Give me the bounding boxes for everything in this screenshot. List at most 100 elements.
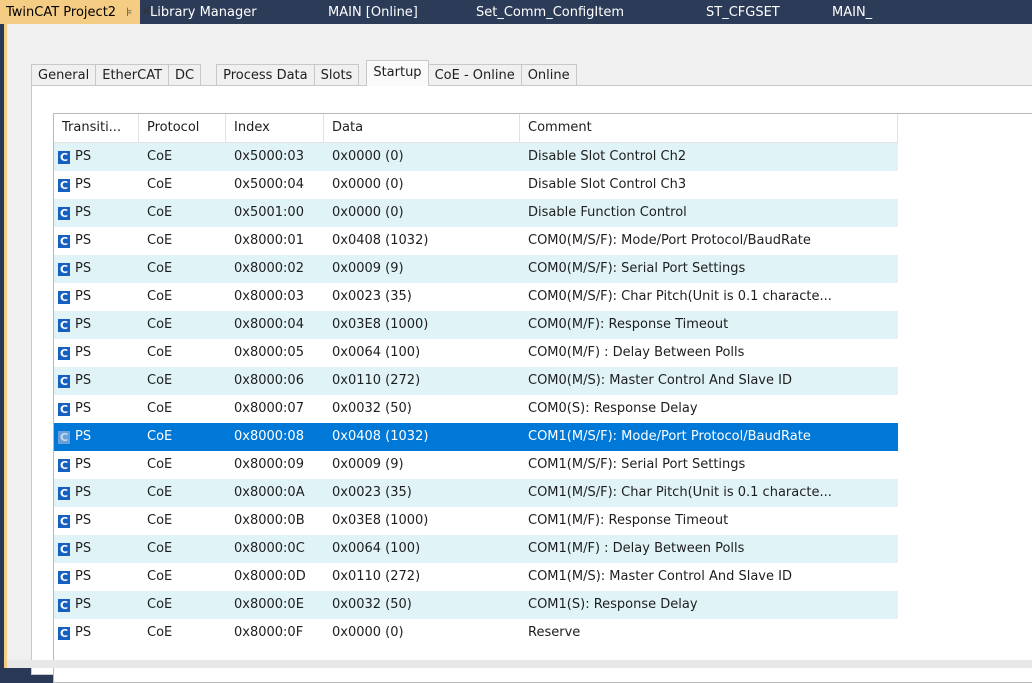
data-cell: 0x0032 (50) — [324, 591, 520, 619]
table-row[interactable]: C PS CoE 0x5001:00 0x0000 (0) Disable Functio… — [54, 199, 898, 227]
protocol-cell: CoE — [139, 199, 226, 227]
table-row[interactable]: C PS CoE 0x8000:09 0x0009 (9) COM1(M/S/F): Se… — [54, 451, 898, 479]
table-row[interactable]: C PS CoE 0x8000:01 0x0408 (1032) COM0(M/S/F):… — [54, 227, 898, 255]
doc-tab-main-online[interactable]: MAIN [Online] — [276, 0, 432, 24]
protocol-cell: CoE — [139, 171, 226, 199]
comment-cell: COM0(S): Response Delay — [520, 395, 898, 423]
column-header-index[interactable]: Index — [226, 114, 324, 142]
document-tab-strip: TwinCAT Project2 ⊧ ✕ Library Manager MAI… — [0, 0, 1032, 24]
transition-text: PS — [75, 541, 92, 556]
startup-list: Transiti... Protocol Index Data Comment … — [53, 113, 1032, 683]
table-row[interactable]: C PS CoE 0x8000:0B 0x03E8 (1000) COM1(M/F): R… — [54, 507, 898, 535]
column-header-comment[interactable]: Comment — [520, 114, 898, 142]
comment-cell: COM0(M/S): Master Control And Slave ID — [520, 367, 898, 395]
data-cell: 0x0000 (0) — [324, 171, 520, 199]
data-cell: 0x0023 (35) — [324, 479, 520, 507]
coe-icon: C — [58, 486, 70, 500]
comment-cell: Disable Slot Control Ch3 — [520, 171, 898, 199]
table-row[interactable]: C PS CoE 0x8000:0C 0x0064 (100) COM1(M/F) : D… — [54, 535, 898, 563]
doc-tab-library-manager[interactable]: Library Manager — [140, 0, 276, 24]
table-row[interactable]: C PS CoE 0x8000:08 0x0408 (1032) COM1(M/S/F):… — [54, 423, 898, 451]
table-row[interactable]: C PS CoE 0x8000:07 0x0032 (50) COM0(S): Respo… — [54, 395, 898, 423]
protocol-cell: CoE — [139, 339, 226, 367]
index-cell: 0x8000:01 — [226, 227, 324, 255]
doc-tab-set-comm-configitem[interactable]: Set_Comm_ConfigItem — [432, 0, 664, 24]
doc-tab-twincat-project2[interactable]: TwinCAT Project2 ⊧ ✕ — [0, 0, 152, 24]
transition-text: PS — [75, 401, 92, 416]
tab-ethercat[interactable]: EtherCAT — [95, 64, 170, 86]
tab-slots[interactable]: Slots — [313, 64, 360, 86]
doc-tab-label: MAIN_ — [832, 4, 873, 20]
index-cell: 0x8000:08 — [226, 423, 324, 451]
data-cell: 0x0110 (272) — [324, 367, 520, 395]
table-row[interactable]: C PS CoE 0x8000:0E 0x0032 (50) COM1(S): Respo… — [54, 591, 898, 619]
tab-process-data[interactable]: Process Data — [216, 64, 315, 86]
transition-cell: C PS — [54, 227, 139, 255]
transition-cell: C PS — [54, 563, 139, 591]
tab-startup[interactable]: Startup — [366, 60, 429, 86]
transition-cell: C PS — [54, 171, 139, 199]
transition-text: PS — [75, 373, 92, 388]
protocol-cell: CoE — [139, 591, 226, 619]
index-cell: 0x8000:04 — [226, 311, 324, 339]
coe-icon: C — [58, 234, 70, 248]
transition-cell: C PS — [54, 311, 139, 339]
coe-icon: C — [58, 178, 70, 192]
table-row[interactable]: C PS CoE 0x8000:0F 0x0000 (0) Reserve — [54, 619, 898, 647]
property-tabs: General EtherCAT DC Process Data Slots S… — [31, 60, 577, 86]
startup-panel: Transiti... Protocol Index Data Comment … — [31, 85, 1032, 683]
column-header-data[interactable]: Data — [324, 114, 520, 142]
protocol-cell: CoE — [139, 619, 226, 647]
transition-text: PS — [75, 625, 92, 640]
tab-online[interactable]: Online — [520, 64, 577, 86]
protocol-cell: CoE — [139, 507, 226, 535]
data-cell: 0x0009 (9) — [324, 451, 520, 479]
coe-icon: C — [58, 402, 70, 416]
protocol-cell: CoE — [139, 143, 226, 171]
tab-coe-online[interactable]: CoE - Online — [427, 64, 522, 86]
column-header-transition[interactable]: Transiti... — [54, 114, 139, 142]
doc-tab-st-cfgset[interactable]: ST_CFGSET — [664, 0, 814, 24]
comment-cell: Disable Function Control — [520, 199, 898, 227]
coe-icon: C — [58, 346, 70, 360]
coe-icon: C — [58, 570, 70, 584]
protocol-cell: CoE — [139, 395, 226, 423]
transition-cell: C PS — [54, 619, 139, 647]
transition-cell: C PS — [54, 479, 139, 507]
protocol-cell: CoE — [139, 423, 226, 451]
comment-cell: COM0(M/S/F): Char Pitch(Unit is 0.1 char… — [520, 283, 898, 311]
table-row[interactable]: C PS CoE 0x5000:03 0x0000 (0) Disable Slot Co… — [54, 143, 898, 171]
table-row[interactable]: C PS CoE 0x8000:0A 0x0023 (35) COM1(M/S/F): C… — [54, 479, 898, 507]
tab-dc[interactable]: DC — [168, 64, 202, 86]
protocol-cell: CoE — [139, 535, 226, 563]
data-cell: 0x03E8 (1000) — [324, 507, 520, 535]
index-cell: 0x8000:07 — [226, 395, 324, 423]
coe-icon: C — [58, 318, 70, 332]
protocol-cell: CoE — [139, 283, 226, 311]
doc-tab-main[interactable]: MAIN_ — [814, 0, 894, 24]
table-row[interactable]: C PS CoE 0x8000:05 0x0064 (100) COM0(M/F) : D… — [54, 339, 898, 367]
comment-cell: COM1(M/S/F): Char Pitch(Unit is 0.1 char… — [520, 479, 898, 507]
data-cell: 0x0064 (100) — [324, 339, 520, 367]
table-row[interactable]: C PS CoE 0x8000:04 0x03E8 (1000) COM0(M/F): R… — [54, 311, 898, 339]
coe-icon: C — [58, 374, 70, 388]
table-row[interactable]: C PS CoE 0x8000:03 0x0023 (35) COM0(M/S/F): C… — [54, 283, 898, 311]
transition-text: PS — [75, 149, 92, 164]
table-row[interactable]: C PS CoE 0x5000:04 0x0000 (0) Disable Slot Co… — [54, 171, 898, 199]
doc-tab-label: MAIN [Online] — [328, 4, 418, 20]
protocol-cell: CoE — [139, 563, 226, 591]
column-header-protocol[interactable]: Protocol — [139, 114, 226, 142]
transition-cell: C PS — [54, 339, 139, 367]
comment-cell: COM0(M/F): Response Timeout — [520, 311, 898, 339]
pin-icon[interactable]: ⊧ — [126, 5, 132, 19]
comment-cell: COM1(M/S): Master Control And Slave ID — [520, 563, 898, 591]
tab-general[interactable]: General — [31, 64, 97, 86]
table-row[interactable]: C PS CoE 0x8000:02 0x0009 (9) COM0(M/S/F): Se… — [54, 255, 898, 283]
transition-text: PS — [75, 177, 92, 192]
transition-text: PS — [75, 569, 92, 584]
scroll-area — [7, 660, 1032, 668]
protocol-cell: CoE — [139, 479, 226, 507]
transition-cell: C PS — [54, 255, 139, 283]
table-row[interactable]: C PS CoE 0x8000:06 0x0110 (272) COM0(M/S): Ma… — [54, 367, 898, 395]
table-row[interactable]: C PS CoE 0x8000:0D 0x0110 (272) COM1(M/S): Ma… — [54, 563, 898, 591]
